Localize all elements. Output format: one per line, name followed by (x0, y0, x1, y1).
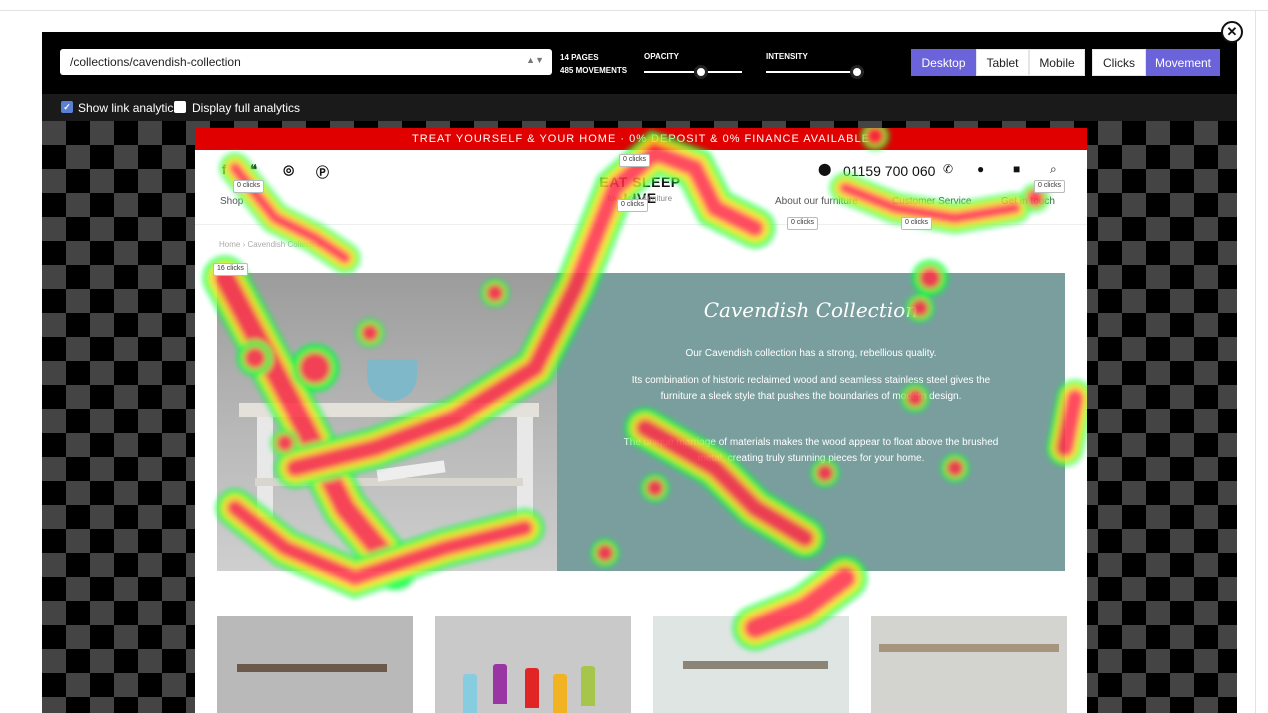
facebook-icon[interactable]: f (222, 162, 226, 177)
location-icon[interactable]: ⬤ (818, 162, 831, 176)
frame-right-border (1255, 10, 1256, 713)
pages-count: 14 PAGES (560, 53, 599, 62)
page-select-value: /collections/cavendish-collection (70, 55, 241, 69)
stats: 14 PAGES 485 MOVEMENTS (560, 51, 627, 77)
mode-movement-button[interactable]: Movement (1146, 49, 1220, 76)
device-desktop-button[interactable]: Desktop (911, 49, 976, 76)
clicks-badge: 0 clicks (233, 180, 264, 193)
select-arrows-icon: ▲▼ (526, 55, 544, 65)
bowl-image-detail (367, 359, 417, 401)
opacity-slider[interactable] (644, 71, 742, 73)
product-bench-detail (879, 644, 1059, 652)
show-link-analytics-label: Show link analytics (78, 101, 180, 115)
twitter-icon[interactable]: ❝ (250, 162, 257, 178)
nav-contact[interactable]: Get in touch (1001, 196, 1055, 207)
clicks-badge: 0 clicks (1034, 180, 1065, 193)
chair-detail (553, 674, 567, 713)
intensity-label: INTENSITY (766, 52, 808, 61)
chair-detail (525, 668, 539, 708)
pinterest-icon[interactable]: Ⓟ (316, 162, 329, 181)
nav-customer-service[interactable]: Customer Service (892, 196, 971, 207)
device-mobile-button[interactable]: Mobile (1029, 49, 1085, 76)
promo-banner[interactable]: TREAT YOURSELF & YOUR HOME · 0% DEPOSIT … (195, 128, 1087, 150)
phone-icon[interactable]: ✆ (943, 162, 953, 176)
clicks-badge: 0 clicks (617, 199, 648, 212)
product-thumbnail[interactable] (217, 616, 413, 713)
mode-clicks-button[interactable]: Clicks (1092, 49, 1146, 76)
account-icon[interactable]: ● (977, 162, 984, 176)
intensity-slider-knob[interactable] (850, 65, 864, 79)
opacity-slider-knob[interactable] (694, 65, 708, 79)
clicks-badge: 0 clicks (901, 217, 932, 230)
chair-detail (581, 666, 595, 706)
device-tablet-button[interactable]: Tablet (976, 49, 1029, 76)
clicks-badge: 0 clicks (787, 217, 818, 230)
display-full-analytics-label: Display full analytics (192, 101, 301, 115)
display-full-analytics-checkbox[interactable] (174, 101, 186, 113)
header-divider (195, 224, 1087, 225)
phone-number[interactable]: 01159 700 060 (843, 163, 935, 179)
product-thumbnail[interactable] (653, 616, 849, 713)
nav-shop[interactable]: Shop (220, 196, 243, 207)
table-leg-detail (517, 417, 533, 517)
hero-paragraph: Our Cavendish collection has a strong, r… (685, 348, 937, 359)
site-preview: TREAT YOURSELF & YOUR HOME · 0% DEPOSIT … (195, 128, 1087, 713)
heatmap-viewer: /collections/cavendish-collection ▲▼ 14 … (42, 32, 1237, 713)
hero-image[interactable] (217, 273, 557, 571)
options-bar: ✓ Show link analytics Display full analy… (42, 94, 1237, 121)
basket-icon[interactable]: ■ (1013, 162, 1020, 176)
hero-paragraph: Its combination of historic reclaimed wo… (631, 375, 991, 402)
hero-text-panel: Cavendish Collection Our Cavendish colle… (557, 273, 1065, 571)
product-table-detail (683, 661, 828, 669)
close-icon[interactable]: ✕ (1221, 21, 1243, 43)
hero-paragraph: The unique marriage of materials makes t… (623, 437, 999, 464)
movements-count: 485 MOVEMENTS (560, 66, 628, 75)
breadcrumb[interactable]: Home › Cavendish Collection (219, 240, 323, 249)
search-icon[interactable]: ⌕ (1050, 162, 1057, 177)
opacity-label: OPACITY (644, 52, 679, 61)
instagram-icon[interactable]: ◎ (283, 162, 294, 178)
clicks-badge: 0 clicks (619, 154, 650, 167)
frame-top-border (0, 10, 1268, 11)
hero-title: Cavendish Collection (703, 298, 919, 322)
show-link-analytics-checkbox[interactable]: ✓ (61, 101, 73, 113)
page-select[interactable]: /collections/cavendish-collection ▲▼ (60, 49, 552, 75)
table-image-detail (239, 403, 539, 417)
chair-detail (493, 664, 507, 704)
product-thumbnail[interactable] (871, 616, 1067, 713)
product-thumbnail[interactable] (435, 616, 631, 713)
table-leg-detail (257, 417, 273, 517)
toolbar: /collections/cavendish-collection ▲▼ 14 … (42, 32, 1237, 94)
clicks-badge: 16 clicks (213, 263, 248, 276)
chair-detail (463, 674, 477, 713)
nav-about[interactable]: About our furniture (775, 196, 858, 207)
product-table-detail (237, 664, 387, 672)
